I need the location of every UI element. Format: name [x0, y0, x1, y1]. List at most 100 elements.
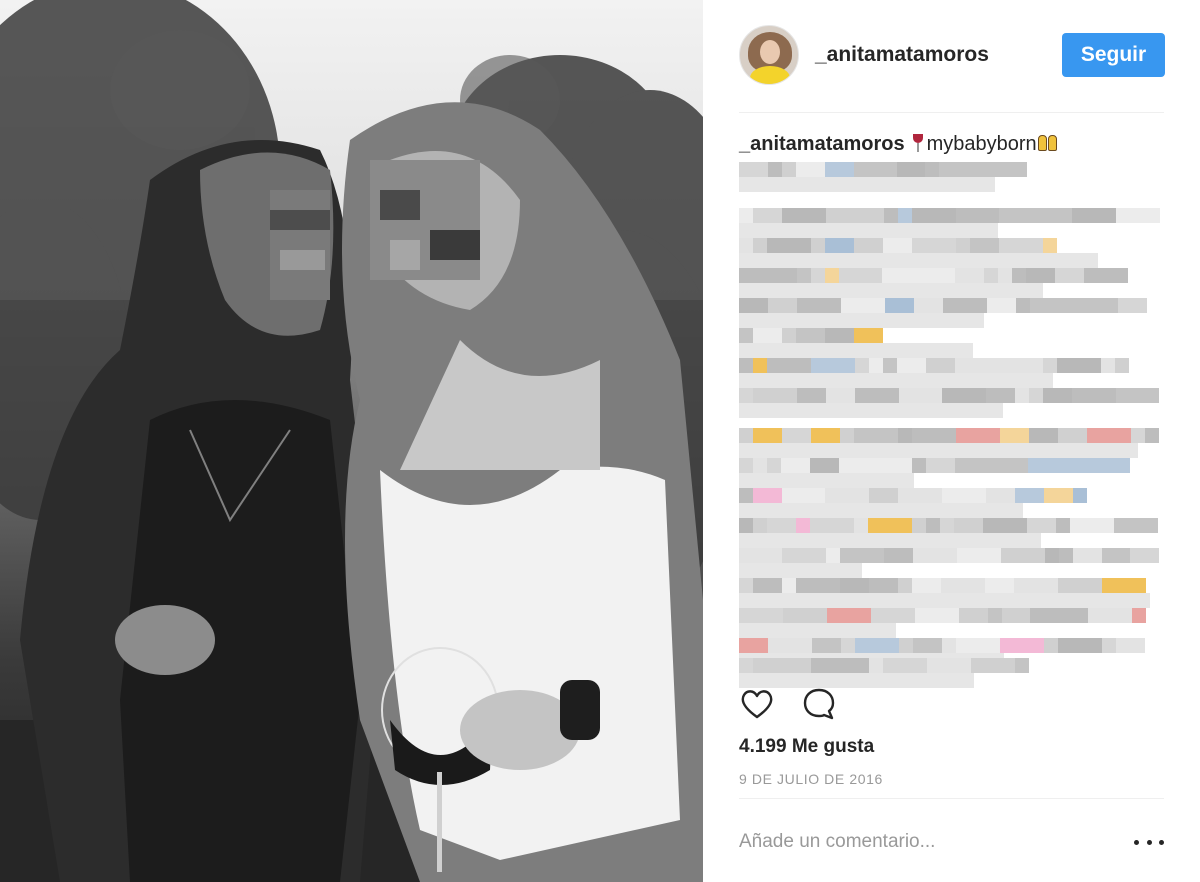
pixel-block — [912, 458, 926, 473]
header-divider — [739, 112, 1164, 113]
pixel-block — [739, 343, 973, 358]
avatar[interactable] — [739, 25, 799, 85]
pixel-block — [1001, 548, 1045, 563]
pixel-block — [971, 658, 1015, 673]
pixel-block — [739, 443, 1138, 458]
pixel-block — [768, 162, 782, 177]
more-options-icon[interactable] — [1134, 828, 1164, 856]
pixel-block — [854, 328, 883, 343]
pixel-block — [797, 268, 811, 283]
pixel-block — [915, 608, 959, 623]
pixel-block — [1012, 268, 1026, 283]
pixel-block — [868, 518, 912, 533]
pixel-block — [810, 518, 854, 533]
pixel-block — [811, 268, 825, 283]
pixel-block — [883, 238, 912, 253]
pixel-block — [753, 208, 782, 223]
pixel-block — [1043, 358, 1057, 373]
pixel-block — [739, 428, 753, 443]
pixel-block — [1073, 548, 1102, 563]
pixel-block — [1072, 388, 1116, 403]
pixel-block — [768, 298, 797, 313]
pixel-block — [739, 328, 753, 343]
comment-input[interactable] — [739, 828, 1119, 856]
pixel-block — [869, 578, 898, 593]
pixel-block — [1102, 638, 1116, 653]
pixel-block — [840, 428, 854, 443]
pixel-block — [840, 548, 884, 563]
pixel-block — [739, 358, 753, 373]
post-date: 9 DE JULIO DE 2016 — [739, 771, 883, 787]
pixel-block — [1016, 608, 1030, 623]
pixel-block — [854, 162, 868, 177]
heart-icon[interactable] — [739, 686, 775, 722]
action-bar — [739, 686, 859, 722]
pixel-block — [1058, 638, 1102, 653]
pixel-block — [955, 358, 999, 373]
pixel-block — [899, 638, 913, 653]
pixel-block — [739, 473, 914, 488]
pixel-block — [841, 638, 855, 653]
pixel-block — [739, 548, 753, 563]
pixel-block — [1015, 488, 1044, 503]
pixel-block — [883, 458, 912, 473]
pixel-block — [942, 638, 956, 653]
pixel-block — [839, 458, 883, 473]
follow-button[interactable]: Seguir — [1062, 33, 1165, 77]
pixel-block — [855, 388, 899, 403]
pixel-block — [768, 638, 812, 653]
pixel-block — [753, 548, 782, 563]
comment-bubble-icon[interactable] — [801, 686, 837, 722]
pixel-block — [825, 162, 854, 177]
pixel-block — [898, 488, 942, 503]
pixel-block — [1116, 548, 1130, 563]
pixel-block — [912, 208, 956, 223]
pixel-block — [1073, 488, 1087, 503]
wine-glass-icon — [911, 133, 925, 153]
pixel-block — [926, 268, 955, 283]
pixel-block — [1030, 298, 1074, 313]
post-header: _anitamatamoros Seguir — [739, 22, 1165, 88]
pixel-block — [988, 608, 1002, 623]
pixel-block — [796, 518, 810, 533]
pixel-block — [927, 658, 971, 673]
pixel-block — [869, 488, 898, 503]
pixel-block — [1055, 268, 1084, 283]
pixel-block — [911, 162, 925, 177]
pixel-block — [1045, 548, 1059, 563]
likes-count[interactable]: 4.199 Me gusta — [739, 736, 874, 758]
pixel-block — [783, 608, 827, 623]
pixel-block — [1059, 548, 1073, 563]
pixel-block — [1043, 388, 1072, 403]
caption-text: mybabyborn — [926, 133, 1037, 155]
pixel-block — [739, 518, 753, 533]
pixel-block — [767, 238, 811, 253]
pixel-block — [1016, 298, 1030, 313]
pixel-block — [753, 578, 782, 593]
pixel-block — [753, 358, 767, 373]
pixel-block — [1058, 428, 1087, 443]
pixel-block — [1116, 208, 1160, 223]
pixel-block — [925, 162, 939, 177]
pixel-block — [956, 428, 1000, 443]
pixel-block — [753, 658, 767, 673]
pixel-block — [739, 177, 995, 192]
pixel-block — [825, 328, 854, 343]
pixel-block — [1130, 548, 1159, 563]
pixel-block — [825, 488, 869, 503]
username-link[interactable]: _anitamatamoros — [815, 43, 989, 67]
pixel-block — [1027, 518, 1056, 533]
pixel-block — [1131, 428, 1145, 443]
pixel-block — [782, 488, 811, 503]
pixel-block — [1084, 268, 1128, 283]
caption-author-link[interactable]: _anitamatamoros — [739, 133, 905, 155]
pixel-block — [739, 503, 1023, 518]
pixel-block — [753, 518, 767, 533]
pixel-block — [753, 458, 767, 473]
pixel-block — [942, 388, 986, 403]
pixel-block — [811, 428, 840, 443]
pixel-block — [899, 388, 928, 403]
pixel-block — [796, 328, 825, 343]
pixel-block — [1145, 428, 1159, 443]
pixel-block — [943, 298, 987, 313]
